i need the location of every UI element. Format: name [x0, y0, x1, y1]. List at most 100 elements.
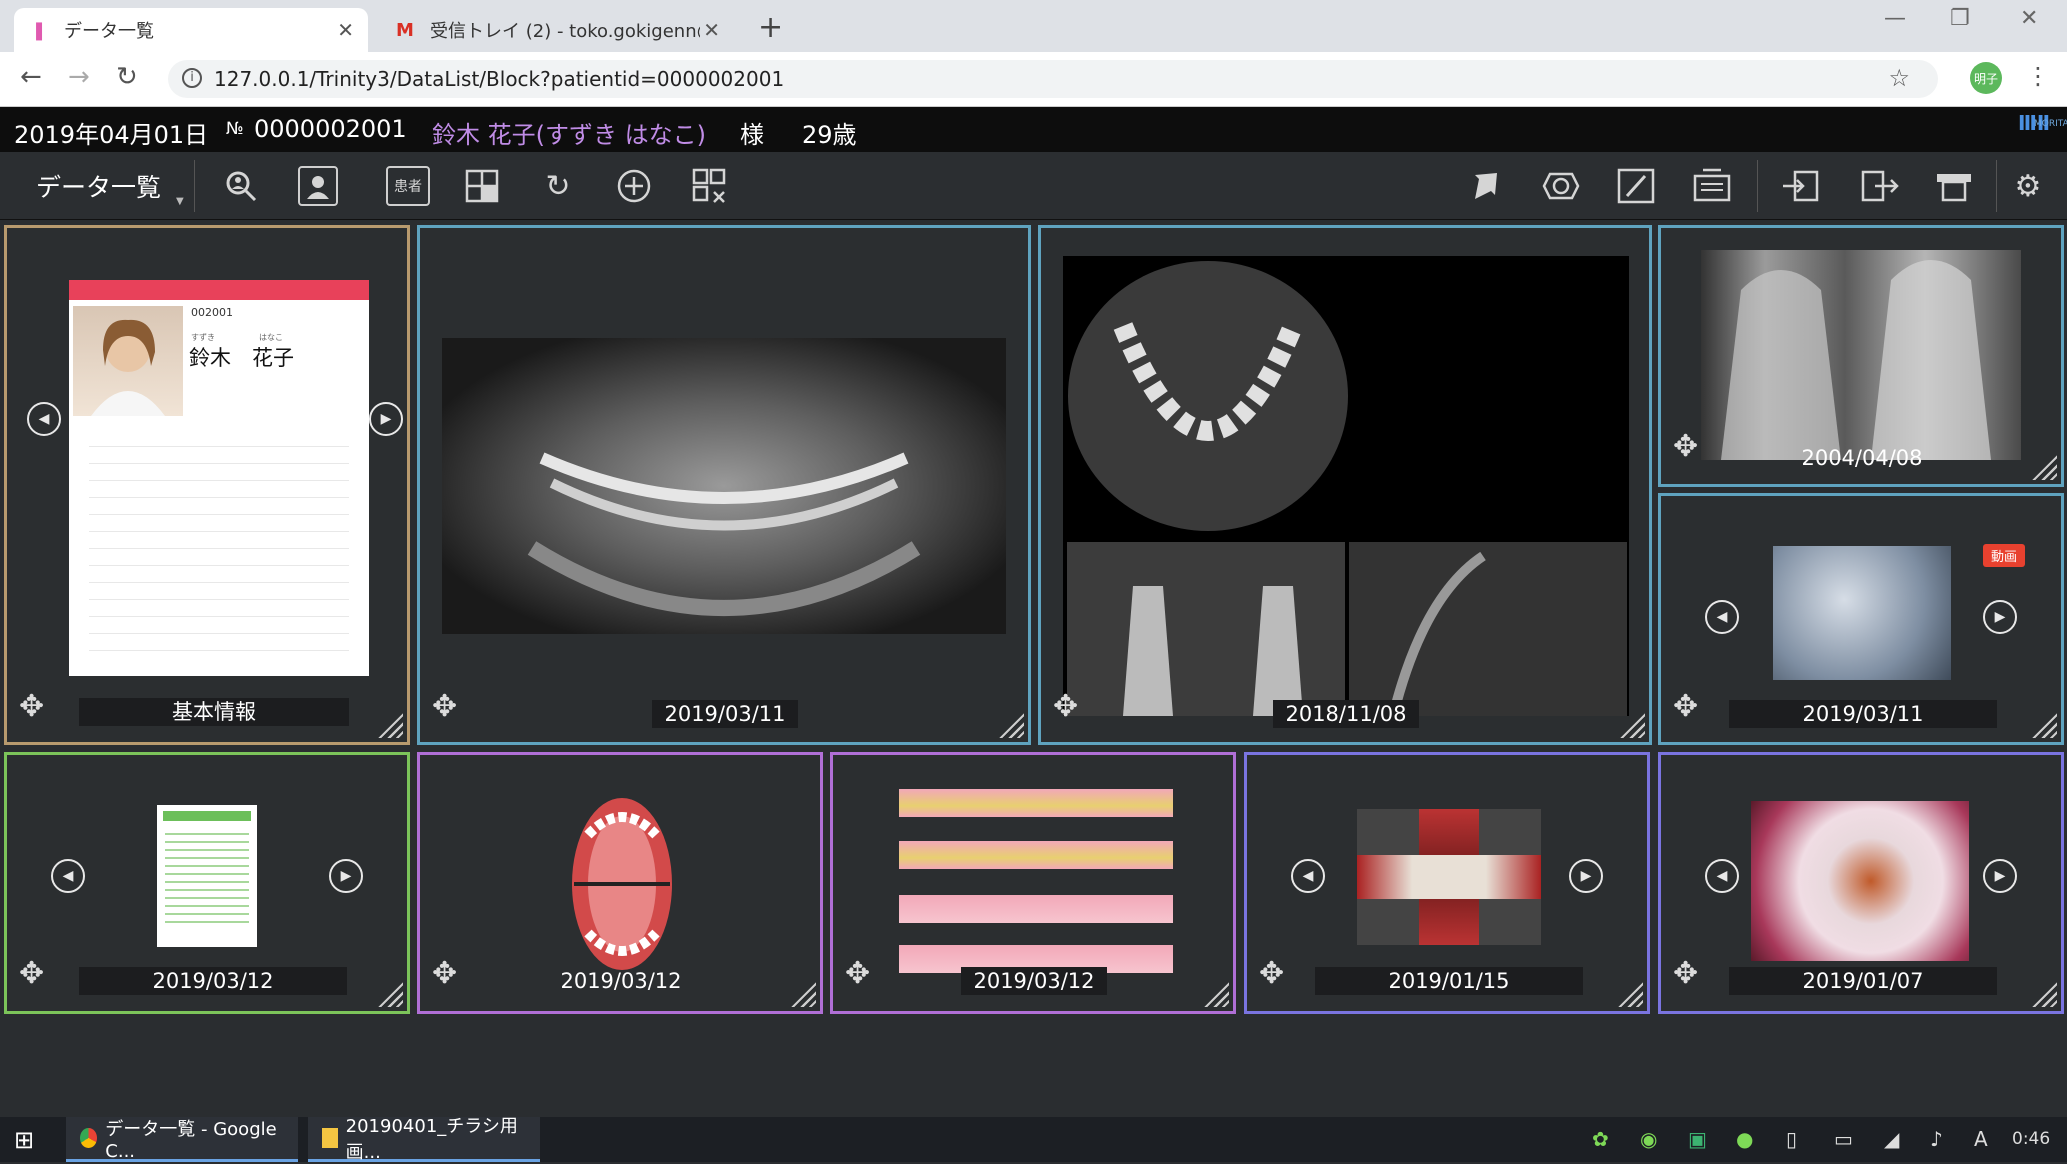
- add-icon[interactable]: [614, 166, 654, 206]
- next-arrow-icon[interactable]: ▶: [1569, 859, 1603, 893]
- panel-perio-chart[interactable]: ✥ 2019/03/12: [830, 752, 1236, 1014]
- browser-menu-icon[interactable]: ⋮: [2026, 62, 2050, 90]
- panel-ct-scan[interactable]: ✥ 2018/11/08: [1038, 225, 1652, 745]
- panel-label: 2019/03/12: [961, 967, 1107, 995]
- move-handle-icon[interactable]: ✥: [1053, 692, 1078, 722]
- usb-icon[interactable]: ▯: [1786, 1127, 1797, 1151]
- next-arrow-icon[interactable]: ▶: [329, 859, 363, 893]
- profile-avatar[interactable]: 明子: [1970, 62, 2002, 94]
- prev-arrow-icon[interactable]: ◀: [51, 859, 85, 893]
- resize-handle-icon[interactable]: [790, 981, 816, 1007]
- back-icon[interactable]: ←: [20, 62, 42, 92]
- tab-title: 受信トレイ (2) - toko.gokigenn@g: [430, 21, 700, 42]
- url-field[interactable]: i 127.0.0.1/Trinity3/DataList/Block?pati…: [168, 60, 1938, 98]
- move-handle-icon[interactable]: ✥: [1673, 692, 1698, 722]
- panel-intraoral-set[interactable]: ◀ ▶ ✥ 2019/01/15: [1244, 752, 1650, 1014]
- site-info-icon[interactable]: i: [182, 68, 202, 88]
- panel-document[interactable]: ◀ ▶ ✥ 2019/03/12: [4, 752, 410, 1014]
- prev-arrow-icon[interactable]: ◀: [27, 402, 61, 436]
- layout-grid-icon[interactable]: [462, 166, 502, 206]
- resize-handle-icon[interactable]: [1617, 981, 1643, 1007]
- panel-label: 基本情報: [79, 698, 349, 726]
- panel-video[interactable]: 動画 ◀ ▶ ✥ 2019/03/11: [1658, 493, 2064, 745]
- resize-handle-icon[interactable]: [377, 712, 403, 738]
- move-handle-icon[interactable]: ✥: [432, 692, 457, 722]
- patient-info-button[interactable]: 患者: [386, 166, 430, 206]
- battery-icon[interactable]: ▭: [1834, 1127, 1853, 1151]
- mouth-model-image: [568, 795, 676, 973]
- refresh-icon[interactable]: ↻: [538, 166, 578, 206]
- patient-number: 0000002001: [254, 115, 407, 143]
- panel-panoramic-xray[interactable]: ✥ 2019/03/11: [417, 225, 1031, 745]
- patient-number-prefix: №: [226, 119, 244, 139]
- clock: 0:46: [2012, 1129, 2051, 1149]
- move-handle-icon[interactable]: ✥: [1673, 959, 1698, 989]
- resize-handle-icon[interactable]: [1203, 981, 1229, 1007]
- patient-profile-icon[interactable]: [298, 166, 338, 206]
- tray-record-icon[interactable]: ▣: [1688, 1127, 1707, 1151]
- print-icon[interactable]: [1934, 166, 1974, 206]
- browser-tab-gmail[interactable]: M 受信トレイ (2) - toko.gokigenn@g ✕: [380, 8, 734, 52]
- move-handle-icon[interactable]: ✥: [1259, 959, 1284, 989]
- windows-start-icon[interactable]: ⊞: [0, 1117, 56, 1162]
- panoramic-xray-image: [442, 338, 1006, 634]
- panel-dental-xray[interactable]: ✥ 2004/04/08: [1658, 225, 2064, 487]
- next-arrow-icon[interactable]: ▶: [1983, 600, 2017, 634]
- move-handle-icon[interactable]: ✥: [845, 959, 870, 989]
- window-close-icon[interactable]: ✕: [2020, 6, 2038, 31]
- minimize-icon[interactable]: —: [1884, 6, 1906, 31]
- move-handle-icon[interactable]: ✥: [19, 692, 44, 722]
- panel-label: 2019/01/07: [1729, 967, 1997, 995]
- move-handle-icon[interactable]: ✥: [432, 959, 457, 989]
- view-selector[interactable]: データ一覧: [36, 168, 161, 204]
- panel-label: 2019/03/11: [1729, 700, 1997, 728]
- tray-app-icon[interactable]: ✿: [1592, 1127, 1609, 1151]
- wifi-icon[interactable]: ◢: [1884, 1127, 1899, 1151]
- new-tab-button[interactable]: +: [758, 10, 783, 45]
- prev-arrow-icon[interactable]: ◀: [1705, 600, 1739, 634]
- edit-icon[interactable]: [1616, 166, 1656, 206]
- resize-handle-icon[interactable]: [1619, 712, 1645, 738]
- pointer-tool-icon[interactable]: [1466, 166, 1506, 206]
- close-tab-icon[interactable]: ✕: [337, 18, 354, 42]
- forward-icon[interactable]: →: [68, 62, 90, 92]
- prev-arrow-icon[interactable]: ◀: [1705, 859, 1739, 893]
- view-dropdown-icon[interactable]: ▼: [176, 196, 184, 207]
- resize-handle-icon[interactable]: [2031, 454, 2057, 480]
- restore-icon[interactable]: ❐: [1950, 6, 1970, 31]
- import-icon[interactable]: [1780, 166, 1820, 206]
- panel-mouth-model[interactable]: ✥ 2019/03/12: [417, 752, 823, 1014]
- browser-tab-datalist[interactable]: ❚ データ一覧 ✕: [14, 8, 368, 52]
- folder-icon: [322, 1128, 338, 1148]
- gear-icon[interactable]: ⚙: [2008, 166, 2048, 206]
- volume-icon[interactable]: ♪: [1930, 1127, 1943, 1151]
- ime-indicator[interactable]: A: [1974, 1127, 1988, 1151]
- close-tab-icon[interactable]: ✕: [703, 18, 720, 42]
- scanner-icon[interactable]: [1692, 166, 1732, 206]
- reload-icon[interactable]: ↻: [116, 62, 138, 92]
- panel-basic-info[interactable]: 002001 すずき はなこ 鈴木 花子 ◀ ▶ ✥ 基本情報: [4, 225, 410, 745]
- clear-layout-icon[interactable]: [690, 166, 730, 206]
- export-icon[interactable]: [1860, 166, 1900, 206]
- search-icon[interactable]: [221, 166, 261, 206]
- next-arrow-icon[interactable]: ▶: [1983, 859, 2017, 893]
- move-handle-icon[interactable]: ✥: [19, 959, 44, 989]
- resize-handle-icon[interactable]: [2031, 712, 2057, 738]
- bookmark-star-icon[interactable]: ☆: [1888, 64, 1910, 92]
- taskbar-chrome-item[interactable]: データ一覧 - Google C...: [66, 1117, 298, 1162]
- wechat-icon[interactable]: ◉: [1640, 1127, 1657, 1151]
- prev-arrow-icon[interactable]: ◀: [1291, 859, 1325, 893]
- current-date: 2019年04月01日: [14, 121, 209, 149]
- patient-name: 鈴木 花子(すずき はなこ): [432, 121, 706, 149]
- document-thumbnail: [157, 805, 257, 947]
- intraoral-front-photo: [1357, 855, 1541, 899]
- resize-handle-icon[interactable]: [377, 981, 403, 1007]
- panel-caries-photo[interactable]: ◀ ▶ ✥ 2019/01/07: [1658, 752, 2064, 1014]
- taskbar-folder-item[interactable]: 20190401_チラシ用画...: [308, 1116, 540, 1163]
- next-arrow-icon[interactable]: ▶: [369, 402, 403, 436]
- camera-icon[interactable]: [1541, 166, 1581, 206]
- resize-handle-icon[interactable]: [998, 712, 1024, 738]
- resize-handle-icon[interactable]: [2031, 981, 2057, 1007]
- tray-status-icon[interactable]: ●: [1736, 1127, 1753, 1151]
- move-handle-icon[interactable]: ✥: [1673, 432, 1698, 462]
